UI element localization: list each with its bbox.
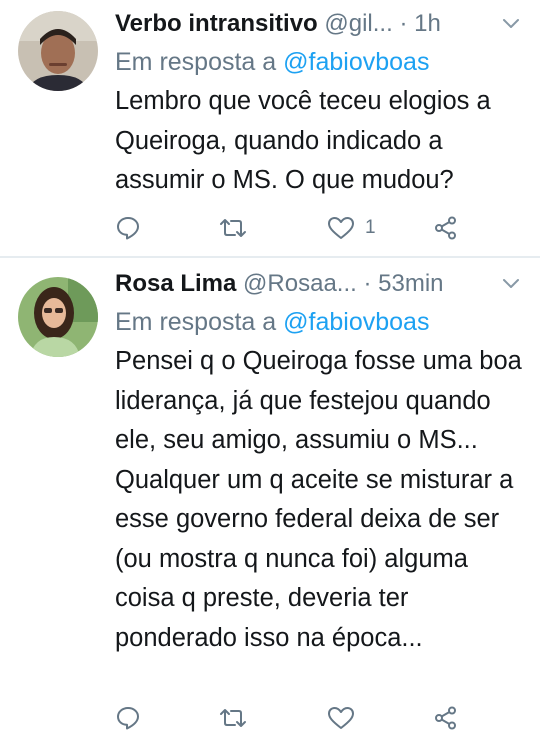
heart-icon bbox=[328, 217, 354, 239]
author-handle[interactable]: @gil... bbox=[324, 10, 392, 37]
chevron-down-icon[interactable] bbox=[502, 6, 520, 42]
timestamp[interactable]: 53min bbox=[378, 270, 443, 297]
chevron-down-icon[interactable] bbox=[502, 266, 520, 302]
tweet-content: Verbo intransitivo @gil... · 1h Em respo… bbox=[115, 6, 524, 201]
reply-button[interactable] bbox=[115, 210, 141, 246]
reply-prefix: Em resposta a bbox=[115, 48, 284, 76]
reply-icon bbox=[117, 707, 139, 730]
share-icon bbox=[435, 706, 456, 730]
tweet-2[interactable]: Rosa Lima @Rosaa... · 53min Em resposta … bbox=[0, 258, 540, 749]
reply-mention-link[interactable]: @fabiovboas bbox=[283, 48, 429, 76]
reply-icon bbox=[117, 217, 139, 240]
retweet-icon bbox=[220, 709, 246, 727]
avatar-photo bbox=[18, 277, 98, 357]
reply-prefix: Em resposta a bbox=[115, 308, 284, 336]
share-icon bbox=[435, 216, 456, 240]
like-count: 1 bbox=[365, 217, 376, 238]
retweet-button[interactable] bbox=[218, 700, 248, 736]
tweet-header: Verbo intransitivo @gil... · 1h bbox=[115, 6, 524, 42]
retweet-icon bbox=[220, 219, 246, 237]
avatar-photo bbox=[18, 11, 98, 91]
reply-context: Em resposta a @fabiovboas bbox=[115, 302, 524, 342]
heart-icon bbox=[328, 707, 354, 729]
author-name[interactable]: Verbo intransitivo bbox=[115, 10, 318, 37]
like-button[interactable]: 1 bbox=[327, 210, 376, 246]
tweet-actions: 1 bbox=[115, 210, 475, 246]
tweet-1[interactable]: Verbo intransitivo @gil... · 1h Em respo… bbox=[0, 0, 540, 256]
share-button[interactable] bbox=[433, 210, 459, 246]
tweet-header: Rosa Lima @Rosaa... · 53min bbox=[115, 266, 524, 302]
tweet-text: Lembro que você teceu elogios a Queiroga… bbox=[115, 87, 491, 194]
retweet-button[interactable] bbox=[218, 210, 248, 246]
reply-button[interactable] bbox=[115, 700, 141, 736]
share-button[interactable] bbox=[433, 700, 459, 736]
reply-context: Em resposta a @fabiovboas bbox=[115, 42, 524, 82]
separator-dot: · bbox=[399, 10, 408, 37]
separator-dot: · bbox=[363, 270, 372, 297]
reply-mention-link[interactable]: @fabiovboas bbox=[283, 308, 429, 336]
author-handle[interactable]: @Rosaa... bbox=[243, 270, 357, 297]
timestamp[interactable]: 1h bbox=[414, 10, 441, 37]
avatar[interactable] bbox=[18, 277, 98, 357]
tweet-content: Rosa Lima @Rosaa... · 53min Em resposta … bbox=[115, 266, 524, 658]
author-name[interactable]: Rosa Lima bbox=[115, 270, 236, 297]
like-button[interactable] bbox=[327, 700, 355, 736]
avatar[interactable] bbox=[18, 11, 98, 91]
tweet-text: Pensei q o Queiroga fosse uma boa lidera… bbox=[115, 347, 522, 652]
tweet-actions bbox=[115, 700, 475, 736]
